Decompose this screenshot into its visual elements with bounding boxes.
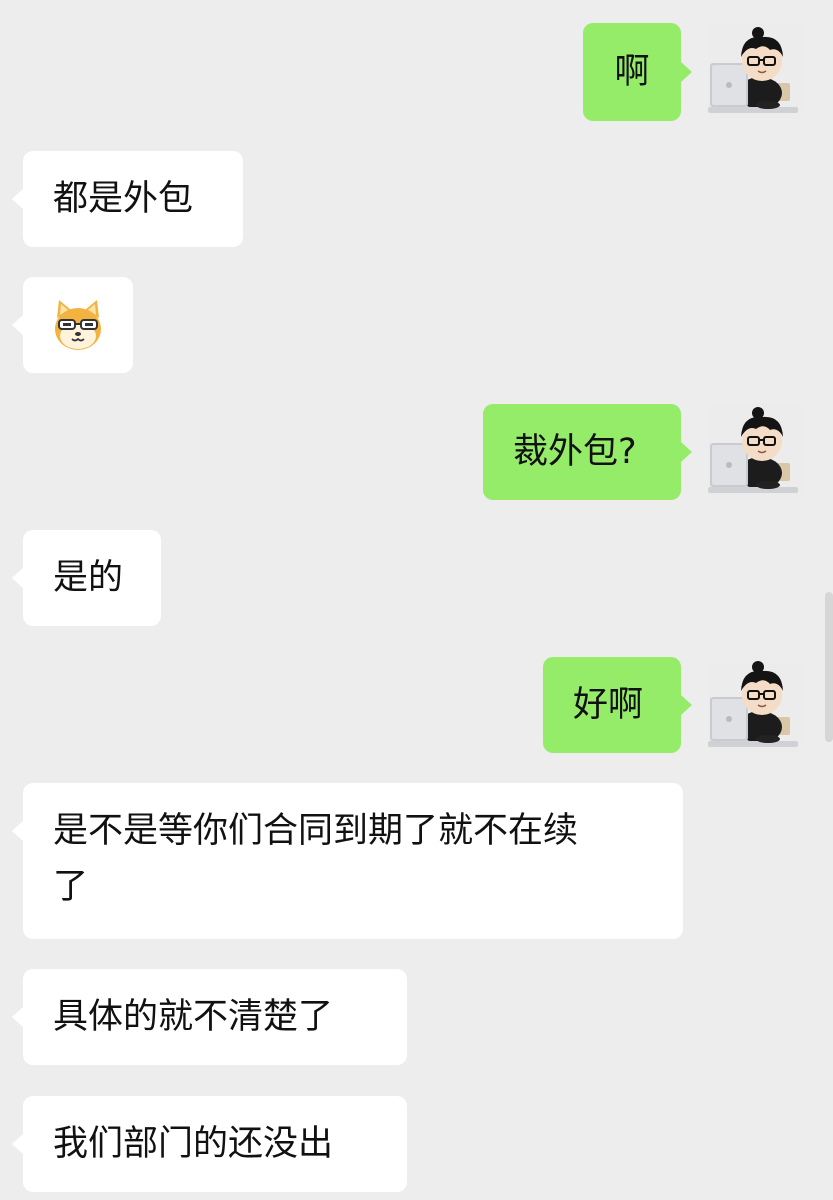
message-bubble[interactable]: 啊 — [583, 23, 681, 121]
message-text: 都是外包 — [53, 179, 194, 219]
message-text: 是的 — [53, 558, 124, 598]
cartoon-boy-laptop-avatar-icon — [708, 403, 804, 499]
bubble-tail — [12, 1134, 23, 1154]
bubble-tail — [12, 568, 23, 588]
cartoon-boy-laptop-avatar-icon — [708, 23, 804, 119]
message-bubble[interactable]: 具体的就不清楚了 — [23, 969, 407, 1065]
user-avatar[interactable] — [708, 657, 804, 753]
message-bubble[interactable]: 裁外包? — [483, 404, 681, 500]
user-avatar[interactable] — [708, 403, 804, 499]
message-text: 啊 — [614, 52, 650, 92]
message-bubble[interactable]: 是的 — [23, 530, 161, 626]
bubble-tail — [681, 442, 692, 462]
message-text: 好啊 — [573, 685, 644, 725]
bubble-tail — [681, 62, 692, 82]
message-bubble[interactable]: 都是外包 — [23, 151, 243, 247]
bubble-tail — [681, 695, 692, 715]
message-text: 具体的就不清楚了 — [53, 997, 334, 1037]
message-bubble[interactable]: 我们部门的还没出 — [23, 1096, 407, 1192]
cartoon-boy-laptop-avatar-icon — [708, 657, 804, 753]
bubble-tail — [12, 821, 23, 841]
message-bubble[interactable]: 是不是等你们合同到期了就不在续 了 — [23, 783, 683, 939]
message-text-line: 了 — [53, 867, 89, 907]
message-text: 我们部门的还没出 — [53, 1124, 334, 1164]
message-text: 裁外包? — [513, 432, 637, 472]
sticker-bubble[interactable] — [23, 277, 133, 373]
chat-history[interactable]: 啊 都是外包 裁外包? 是的 好啊 是不是等你们合同到期了就不在续 了 具体的就… — [0, 0, 833, 1200]
bubble-tail — [12, 189, 23, 209]
bubble-tail — [12, 1007, 23, 1027]
scrollbar[interactable] — [825, 592, 833, 742]
bubble-tail — [12, 315, 23, 335]
message-bubble[interactable]: 好啊 — [543, 657, 681, 753]
user-avatar[interactable] — [708, 23, 804, 119]
message-text-line: 是不是等你们合同到期了就不在续 — [53, 811, 579, 851]
dog-glasses-emoji-icon — [55, 300, 101, 350]
